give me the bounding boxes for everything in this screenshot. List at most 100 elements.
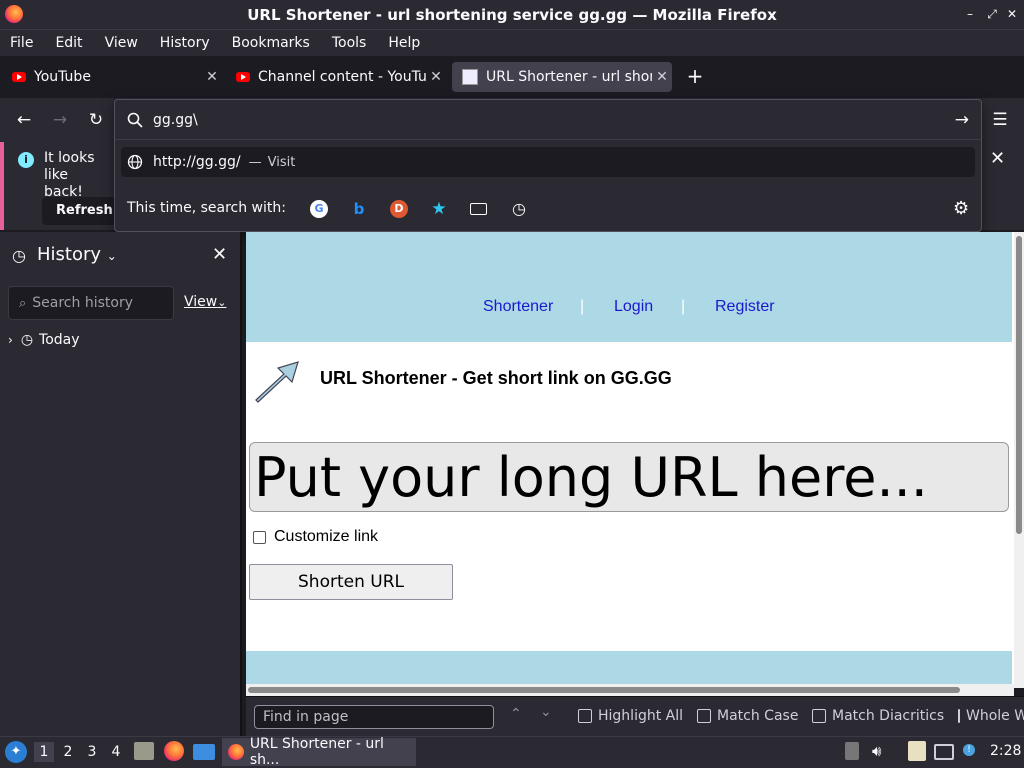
page-content: Shortener | Login | Register URL Shorten… [246,232,1014,688]
tab-channel-content[interactable]: Channel content - YouTube ✕ [226,62,446,92]
checkbox[interactable] [958,709,960,723]
app-menu-button[interactable]: ☰ [988,108,1012,132]
menubar: File Edit View History Bookmarks Tools H… [0,30,1024,56]
checkbox[interactable] [812,709,826,723]
whole-words-option[interactable]: Whole Words [958,708,1024,724]
back-button[interactable]: ← [12,108,36,132]
menu-bookmarks[interactable]: Bookmarks [232,35,310,51]
checkbox[interactable] [697,709,711,723]
scrollbar-thumb[interactable] [1016,236,1022,534]
globe-icon [127,154,143,170]
view-label: View [184,294,218,310]
long-url-input[interactable]: Put your long URL here... [249,442,1009,512]
menu-file[interactable]: File [10,35,33,51]
nav-separator: | [580,298,585,315]
history-group-today[interactable]: › ◷ Today [8,332,80,348]
history-search-box: ⌕ [8,286,174,320]
volume-icon[interactable]: 🔊︎ [872,742,881,760]
google-icon[interactable]: G [310,200,328,218]
match-case-option[interactable]: Match Case [697,708,798,724]
menu-view[interactable]: View [105,35,138,51]
option-label: Match Case [717,708,799,724]
customize-checkbox[interactable] [253,530,266,544]
workspace-3[interactable]: 3 [82,742,102,762]
close-window-icon[interactable]: ✕ [1004,6,1020,22]
site-header: Shortener | Login | Register [246,232,1012,342]
close-tab-icon[interactable]: ✕ [202,69,222,85]
clipboard-icon[interactable] [908,741,926,761]
close-sidebar-icon[interactable]: ✕ [212,244,227,265]
workspace-1[interactable]: 1 [34,742,54,762]
firefox-logo-icon [5,5,23,23]
nav-separator: | [681,298,686,315]
vertical-scrollbar[interactable] [1014,232,1024,688]
file-manager-icon[interactable] [134,742,154,760]
history-clock-icon[interactable]: ◷ [510,200,528,218]
sidebar-title-text: History [37,244,102,265]
youtube-icon [236,72,250,82]
forward-button[interactable]: → [48,108,72,132]
suggestion-action: Visit [267,154,296,170]
search-icon: ⌕ [19,295,27,311]
find-previous-icon[interactable]: ⌃ [510,706,522,722]
start-menu-icon[interactable]: ✦ [5,741,27,763]
workspace-2[interactable]: 2 [58,742,78,762]
nav-login-link[interactable]: Login [614,298,653,316]
search-settings-gear-icon[interactable]: ⚙ [953,198,969,219]
customize-link-option[interactable]: Customize link [253,528,378,546]
close-notification-icon[interactable]: ✕ [990,148,1005,169]
option-label: Whole Words [966,708,1024,724]
minimize-icon[interactable]: – [962,6,978,22]
find-next-icon[interactable]: ⌄ [540,704,552,720]
shorten-url-button[interactable]: Shorten URL [249,564,453,600]
bookmarks-star-icon[interactable]: ★ [430,200,448,218]
info-icon: i [18,152,34,168]
menu-edit[interactable]: Edit [55,35,82,51]
tab-label: Channel content - YouTube [258,69,426,85]
notification-line1: It looks like [44,150,95,183]
nav-register-link[interactable]: Register [715,298,775,316]
nav-shortener-link[interactable]: Shortener [483,298,553,316]
menu-help[interactable]: Help [388,35,420,51]
go-arrow-icon[interactable]: → [955,110,969,130]
checkbox[interactable] [578,709,592,723]
search-with-label: This time, search with: [127,200,286,216]
taskbar-window-button[interactable]: URL Shortener - url sh... [222,736,416,768]
notification-icon[interactable]: ! [963,744,975,756]
urlbar-input[interactable] [153,111,913,128]
duckduckgo-icon[interactable]: D [390,200,408,218]
desktop-icon[interactable] [193,744,215,760]
menu-tools[interactable]: Tools [332,35,367,51]
view-menu-button[interactable]: View⌄ [184,294,226,310]
firefox-launcher-icon[interactable] [164,741,184,761]
tabs-icon[interactable] [470,203,487,215]
tab-url-shortener[interactable]: URL Shortener - url shortening service g… [452,62,672,92]
refresh-button[interactable]: Refresh [42,197,116,225]
workspace-4[interactable]: 4 [106,742,126,762]
url-suggestion[interactable]: http://gg.gg/ — Visit [121,147,975,177]
reload-button[interactable]: ↻ [84,108,108,132]
tab-label: URL Shortener - url shortening service g… [486,69,652,85]
history-clock-icon: ◷ [20,332,34,348]
highlight-all-option[interactable]: Highlight All [578,708,683,724]
menu-history[interactable]: History [160,35,210,51]
network-icon[interactable] [934,744,954,760]
clock: 2:28 [990,743,1022,759]
find-input[interactable] [254,705,494,729]
sidebar-title[interactable]: History ⌄ [37,244,117,265]
history-clock-icon: ◷ [12,246,26,265]
history-group-label: Today [39,332,80,348]
close-tab-icon[interactable]: ✕ [426,69,446,85]
scrollbar-thumb[interactable] [248,687,960,693]
suggestion-url: http://gg.gg/ [153,154,241,170]
new-tab-button[interactable]: + [684,64,706,90]
horizontal-scrollbar[interactable] [246,684,1014,696]
maximize-icon[interactable]: ⤢ [984,6,1000,22]
tab-youtube[interactable]: YouTube ✕ [2,62,222,92]
battery-icon[interactable] [845,742,859,760]
match-diacritics-option[interactable]: Match Diacritics [812,708,944,724]
close-tab-icon[interactable]: ✕ [652,69,672,85]
history-search-input[interactable] [32,295,163,311]
option-label: Highlight All [598,708,684,724]
bing-icon[interactable]: b [350,200,368,218]
